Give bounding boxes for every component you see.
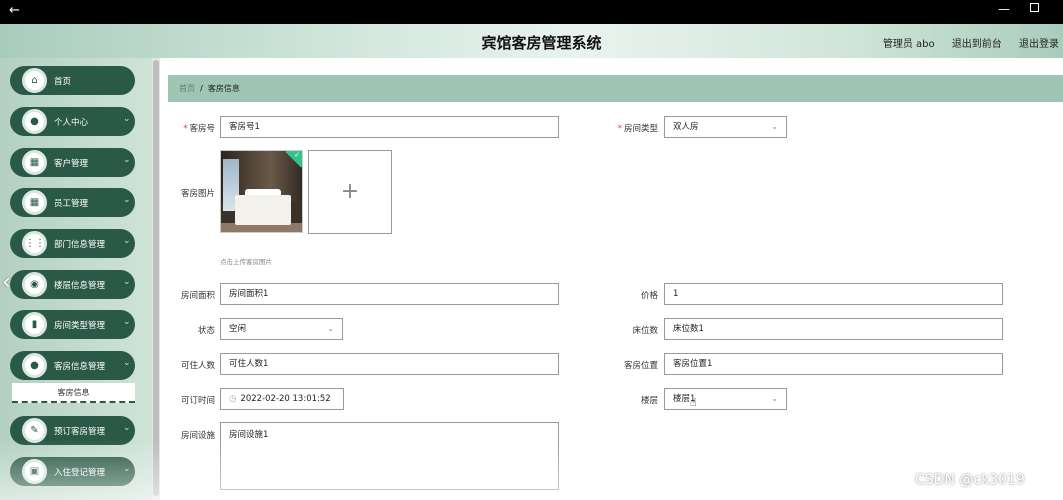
room-type-label: * 房间类型 (617, 124, 658, 134)
window-titlebar: ← — (0, 0, 1063, 24)
chevron-down-icon: ⌄ (123, 277, 131, 287)
upload-hint: 点击上传客房图片 (220, 258, 272, 266)
room-photo[interactable]: ✓ (220, 150, 303, 233)
watermark: CSDN @ck3019 (915, 472, 1025, 488)
header-links: 管理员 abo 退出到前台 退出登录 (869, 35, 1059, 50)
chevron-down-icon: ⌄ (327, 324, 334, 333)
chevron-down-icon: ⌄ (771, 394, 778, 403)
sidebar-item-bookings[interactable]: ✎ 预订客房管理 ⌄ (10, 416, 135, 445)
area-label: 房间面积 (180, 291, 215, 301)
sidebar-item-label: 预订客房管理 (54, 427, 106, 437)
room-image-label: 客房图片 (180, 189, 215, 199)
chevron-down-icon: ⌄ (123, 317, 131, 327)
location-label: 客房位置 (623, 361, 658, 371)
logout-link[interactable]: 退出登录 (1019, 39, 1059, 50)
sidebar-item-label: 客房信息管理 (54, 362, 106, 372)
sidebar-item-customers[interactable]: ▦ 客户管理 ⌄ (10, 148, 135, 177)
chevron-down-icon: ⌄ (123, 423, 131, 433)
location-icon: ◉ (22, 272, 47, 297)
facilities-label: 房间设施 (180, 431, 215, 441)
sidebar-item-home[interactable]: ⌂ 首页 (10, 66, 135, 95)
available-time-picker[interactable]: ◷ 2022-02-20 13:01:52 (220, 388, 344, 410)
minimize-icon[interactable]: — (998, 2, 1010, 16)
sidebar-item-label: 首页 (54, 77, 72, 87)
bag-icon: ▣ (22, 459, 47, 484)
chevron-down-icon: ⌄ (123, 358, 131, 368)
price-input[interactable]: 1 (664, 283, 1003, 305)
location-input[interactable]: 客房位置1 (664, 353, 1003, 375)
sidebar-item-floors[interactable]: ◉ 楼层信息管理 ⌄ (10, 270, 135, 299)
chevron-down-icon: ⌄ (123, 195, 131, 205)
beds-label: 床位数 (632, 326, 658, 336)
breadcrumb-separator: / (200, 84, 203, 93)
sidebar-subitem-room-info[interactable]: 客房信息 (12, 383, 135, 403)
sidebar-item-label: 个人中心 (54, 118, 89, 128)
sidebar-item-label: 部门信息管理 (54, 240, 106, 250)
check-icon: ✓ (294, 151, 300, 159)
breadcrumb-home[interactable]: 首页 (179, 84, 195, 93)
chevron-down-icon: ⌄ (123, 155, 131, 165)
room-type-select[interactable]: 双人房 ⌄ (664, 116, 787, 138)
sidebar-item-label: 楼层信息管理 (54, 281, 106, 291)
area-input[interactable]: 房间面积1 (220, 283, 559, 305)
sidebar-item-label: 房间类型管理 (54, 321, 106, 331)
back-arrow-icon[interactable]: ← (9, 2, 20, 20)
pointer-cursor-icon: ☝ (690, 396, 697, 409)
room-no-input[interactable]: 客房号1 (220, 116, 559, 138)
sidebar-item-room-types[interactable]: ▮ 房间类型管理 ⌄ (10, 310, 135, 339)
room-no-label: * 客房号 (183, 124, 215, 134)
price-label: 价格 (640, 291, 658, 301)
capacity-input[interactable]: 可住人数1 (220, 353, 559, 375)
sidebar-item-label: 员工管理 (54, 199, 89, 209)
grid-icon: ▦ (22, 190, 47, 215)
chevron-down-icon: ⌄ (771, 122, 778, 131)
to-front-link[interactable]: 退出到前台 (952, 39, 1002, 50)
chart-icon: ▮ (22, 312, 47, 337)
chevron-down-icon: ⌄ (123, 114, 131, 124)
sidebar-item-profile[interactable]: ● 个人中心 ⌄ (10, 107, 135, 136)
user-icon: ● (22, 109, 47, 134)
sidebar-scrollbar[interactable] (152, 58, 160, 500)
edit-icon: ✎ (22, 418, 47, 443)
breadcrumb: 首页 / 客房信息 (168, 75, 1063, 102)
person-icon: ● (22, 353, 47, 378)
capacity-label: 可住人数 (180, 361, 215, 371)
sidebar-item-checkin[interactable]: ▣ 入住登记管理 ⌄ (10, 457, 135, 486)
floor-select[interactable]: 楼层1 ⌄ (664, 388, 787, 410)
sidebar-item-staff[interactable]: ▦ 员工管理 ⌄ (10, 188, 135, 217)
sidebar-item-label: 客户管理 (54, 159, 89, 169)
sidebar-item-rooms[interactable]: ● 客房信息管理 ⌄ (10, 351, 135, 380)
chevron-down-icon: ⌄ (123, 464, 131, 474)
collapse-arrow-icon[interactable]: ‹ (2, 270, 11, 295)
facilities-textarea[interactable]: 房间设施1 (220, 422, 559, 490)
available-time-label: 可订时间 (180, 396, 215, 406)
breadcrumb-current: 客房信息 (207, 84, 240, 93)
beds-input[interactable]: 床位数1 (664, 318, 1003, 340)
admin-label: 管理员 abo (882, 39, 935, 50)
grid-icon: ▦ (22, 150, 47, 175)
home-icon: ⌂ (22, 68, 47, 93)
sidebar-item-label: 入住登记管理 (54, 468, 106, 478)
upload-button[interactable]: + (308, 150, 392, 234)
maximize-icon[interactable] (1030, 3, 1039, 12)
sidebar-item-departments[interactable]: ⋮⋮ 部门信息管理 ⌄ (10, 229, 135, 258)
floor-label: 楼层 (640, 396, 658, 406)
chevron-down-icon: ⌄ (123, 236, 131, 246)
apps-icon: ⋮⋮ (22, 231, 47, 256)
scrollbar-thumb[interactable] (153, 60, 159, 496)
app-header: 宾馆客房管理系统 管理员 abo 退出到前台 退出登录 (0, 24, 1063, 58)
status-select[interactable]: 空闲 ⌄ (220, 318, 343, 340)
clock-icon: ◷ (229, 394, 237, 404)
status-label: 状态 (197, 326, 215, 336)
